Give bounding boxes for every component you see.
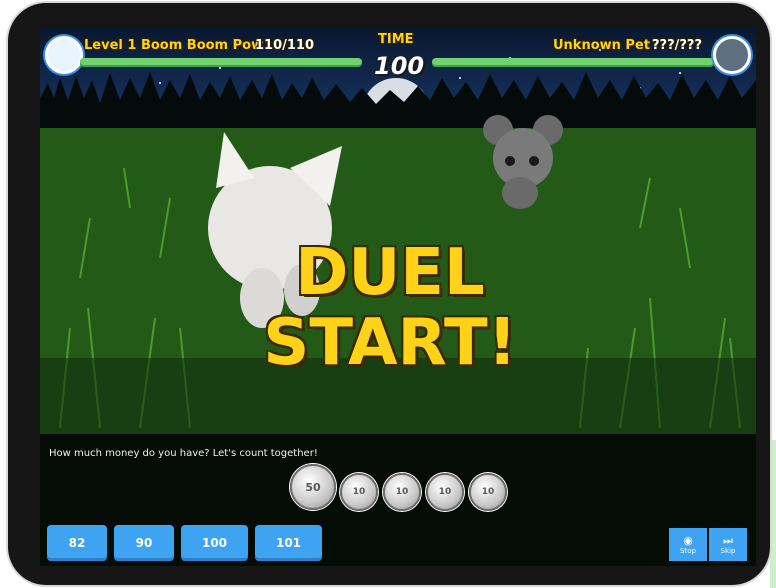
coin-10-cent: 10	[469, 473, 507, 511]
player-hp: 110/110	[255, 38, 315, 53]
opponent-name: Unknown Pet	[553, 38, 650, 53]
coin-10-cent: 10	[340, 473, 378, 511]
opponent-hp-track	[432, 58, 714, 67]
coin-50-cent: 50	[290, 464, 336, 510]
player-name: Level 1 Boom Boom Pow	[84, 38, 264, 53]
battle-scene: Level 1 Boom Boom Pow 110/110 TIME 100 U…	[40, 28, 756, 434]
answer-button-4[interactable]: 101	[255, 525, 322, 561]
coin-10-cent: 10	[426, 473, 464, 511]
question-text: How much money do you have? Let's count …	[49, 448, 318, 459]
game-screen: Level 1 Boom Boom Pow 110/110 TIME 100 U…	[40, 28, 756, 566]
stop-button[interactable]: ◉ Stop	[669, 528, 707, 561]
coin-10-cent: 10	[383, 473, 421, 511]
background-edge-decoration	[770, 440, 776, 588]
stop-label: Stop	[680, 546, 696, 555]
opponent-avatar	[713, 36, 751, 74]
player-hp-bar	[80, 58, 362, 67]
answer-button-1[interactable]: 82	[47, 525, 107, 561]
timer-value: 100	[374, 52, 425, 80]
tablet-frame: Level 1 Boom Boom Pow 110/110 TIME 100 U…	[8, 3, 770, 585]
timer-label: TIME	[378, 32, 414, 47]
skip-button[interactable]: ⏭ Skip	[709, 528, 747, 561]
player-hp-track	[80, 58, 362, 67]
opponent-hp: ???/???	[652, 38, 702, 53]
player-avatar	[45, 36, 83, 74]
answer-button-3[interactable]: 100	[181, 525, 248, 561]
duel-start-line2: START!	[263, 306, 517, 380]
duel-start-line1: DUEL	[295, 236, 485, 310]
stop-icon: ◉	[683, 533, 693, 547]
opponent-hp-bar	[432, 58, 714, 67]
answer-button-2[interactable]: 90	[114, 525, 174, 561]
skip-label: Skip	[720, 546, 736, 555]
skip-icon: ⏭	[723, 533, 733, 547]
